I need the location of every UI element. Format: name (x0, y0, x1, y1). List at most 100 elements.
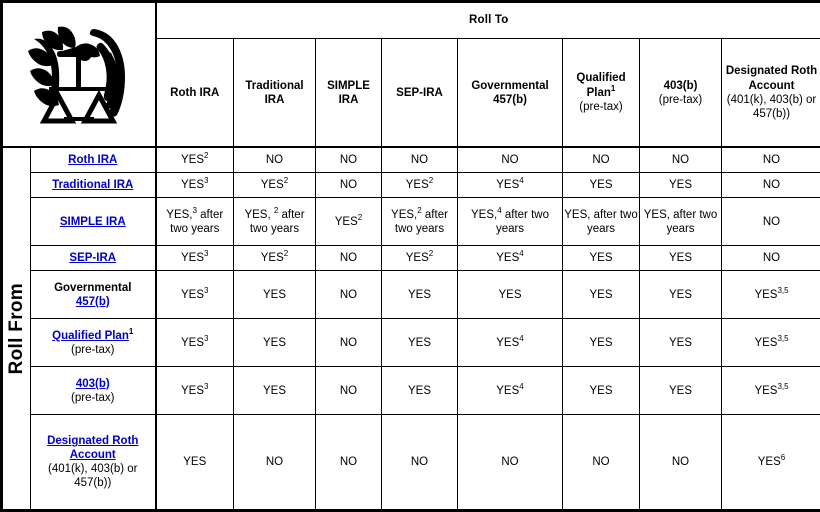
table-row: 403(b) (pre-tax) YES3 YES NO YES YES4 YES YES YES… (3, 366, 820, 416)
cell-value: YES (589, 179, 613, 192)
irs-eagle-scales-logo (3, 3, 155, 146)
cell-sep-ira-governmental-457b: YES4 (457, 245, 563, 272)
row-header-link-sublabel[interactable]: 457(b) (31, 295, 155, 309)
cell-traditional-ira-403b: YES (639, 172, 722, 199)
footnote-marker: 4 (519, 381, 524, 391)
header-banner-row: Roll To (2, 2, 820, 149)
cell-sep-ira-sep-ira: YES2 (381, 245, 458, 272)
cell-designated-roth-account-designated-roth-account: YES6 (720, 414, 820, 510)
column-header-label: Designated Roth Account (725, 65, 818, 92)
cell-roth-ira-governmental-457b: NO (457, 146, 563, 174)
cell-403b-traditional-ira: YES (233, 366, 316, 416)
cell-value: YES, (244, 208, 274, 221)
cell-roth-ira-traditional-ira: NO (233, 146, 316, 174)
cell-value: NO (339, 456, 358, 469)
row-header-governmental-457b[interactable]: Governmental 457(b) (30, 270, 157, 320)
row-header-designated-roth-account[interactable]: Designated Roth Account (401(k), 403(b) o… (30, 414, 157, 510)
column-header-label: Roth IRA (170, 86, 220, 99)
cell-traditional-ira-qualified-plan: YES (562, 172, 640, 199)
cell-value: YES (668, 179, 692, 192)
cell-simple-ira-traditional-ira: YES, 2 after two years (233, 197, 316, 247)
row-header-403b[interactable]: 403(b) (pre-tax) (30, 366, 157, 416)
row-header-qualified-plan[interactable]: Qualified Plan1 (pre-tax) (30, 318, 157, 368)
roll-from-label: Roll From (5, 282, 27, 375)
cell-value: YES (260, 179, 284, 192)
row-header-label[interactable]: Designated Roth Account (47, 435, 138, 461)
cell-value: YES (498, 288, 522, 301)
row-header-label[interactable]: Traditional IRA (52, 179, 133, 191)
roll-to-title: Roll To (154, 2, 820, 39)
cell-value: NO (339, 154, 358, 167)
cell-qualified-plan-sep-ira: YES (381, 318, 458, 368)
row-header-sep-ira[interactable]: SEP-IRA (30, 245, 157, 272)
cell-value: YES (181, 154, 205, 167)
column-header-label: SIMPLE IRA (327, 79, 370, 106)
cell-traditional-ira-designated-roth-account: NO (720, 172, 820, 199)
cell-value: YES, after two years (564, 208, 638, 235)
cell-value: YES (405, 179, 429, 192)
footnote-marker: 4 (519, 333, 524, 343)
cell-403b-qualified-plan: YES (562, 366, 640, 416)
footnote-marker: 4 (519, 249, 524, 259)
cell-403b-simple-ira: NO (315, 366, 382, 416)
cell-value: NO (762, 252, 781, 265)
row-header-simple-ira[interactable]: SIMPLE IRA (30, 197, 157, 247)
row-header-traditional-ira[interactable]: Traditional IRA (30, 172, 157, 199)
cell-value: YES (183, 456, 207, 469)
row-header-label[interactable]: SEP-IRA (69, 252, 116, 264)
footnote-marker: 1 (128, 326, 134, 336)
cell-value: YES, (471, 208, 498, 221)
cell-value: YES (496, 179, 520, 192)
row-header-label: Governmental (54, 281, 132, 294)
cell-sep-ira-403b: YES (639, 245, 722, 272)
footnote-marker: 1 (610, 83, 616, 93)
cell-value: NO (410, 154, 429, 167)
cell-qualified-plan-traditional-ira: YES (233, 318, 316, 368)
rollover-chart: Roll To Roth IRA Traditional IRA SIMPLE IRA… (0, 0, 820, 512)
cell-403b-designated-roth-account: YES3,5 (720, 366, 820, 416)
cell-value: YES (262, 336, 286, 349)
roll-from-title: Roll From (2, 146, 31, 511)
table-row: Designated Roth Account (401(k), 403(b) o… (3, 414, 820, 510)
footnote-marker: 3 (204, 176, 209, 186)
column-header-designated-roth-account: Designated Roth Account (401(k), 403(b) o… (720, 38, 820, 149)
row-header-label[interactable]: Roth IRA (68, 154, 117, 166)
cell-traditional-ira-traditional-ira: YES2 (233, 172, 316, 199)
cell-value: YES (181, 288, 205, 301)
footnote-marker: 3 (204, 249, 209, 259)
cell-value: NO (762, 179, 781, 192)
cell-designated-roth-account-traditional-ira: NO (233, 414, 316, 510)
footnote-marker: 2 (283, 249, 289, 259)
cell-value: YES (589, 336, 613, 349)
cell-traditional-ira-sep-ira: YES2 (381, 172, 458, 199)
footnote-marker: 3 (204, 285, 209, 295)
cell-roth-ira-designated-roth-account: NO (720, 146, 820, 174)
cell-governmental-457b-403b: YES (639, 270, 722, 320)
cell-value: YES (405, 252, 429, 265)
cell-simple-ira-sep-ira: YES,2 after two years (381, 197, 458, 247)
row-header-sublabel: (pre-tax) (71, 343, 115, 356)
cell-traditional-ira-governmental-457b: YES4 (457, 172, 563, 199)
row-header-roth-ira[interactable]: Roth IRA (30, 146, 157, 174)
cell-value: YES (407, 336, 431, 349)
table-row: SIMPLE IRA YES,3 after two years YES, 2 af… (3, 197, 820, 247)
cell-simple-ira-governmental-457b: YES,4 after two years (457, 197, 563, 247)
table-row: Qualified Plan1 (pre-tax) YES3 YES NO YES YES4… (3, 318, 820, 368)
row-header-label[interactable]: Qualified Plan (52, 330, 129, 342)
footnote-marker: 3 (204, 333, 209, 343)
cell-value: NO (339, 179, 358, 192)
cell-roth-ira-simple-ira: NO (315, 146, 382, 174)
row-header-sublabel: (401(k), 403(b) or 457(b)) (48, 463, 138, 490)
cell-governmental-457b-roth-ira: YES3 (155, 270, 234, 320)
cell-value: YES (754, 288, 778, 301)
cell-qualified-plan-403b: YES (639, 318, 722, 368)
row-header-label[interactable]: 403(b) (76, 378, 110, 390)
row-header-label[interactable]: SIMPLE IRA (60, 216, 126, 228)
cell-designated-roth-account-simple-ira: NO (315, 414, 382, 510)
cell-value: NO (265, 154, 284, 167)
cell-roth-ira-qualified-plan: NO (562, 146, 640, 174)
footnote-marker: 3,5 (777, 333, 789, 343)
cell-simple-ira-roth-ira: YES,3 after two years (155, 197, 234, 247)
table-row: Traditional IRA YES3 YES2 NO YES2 YES4 YES YES N… (3, 172, 820, 199)
cell-value: YES (668, 336, 692, 349)
